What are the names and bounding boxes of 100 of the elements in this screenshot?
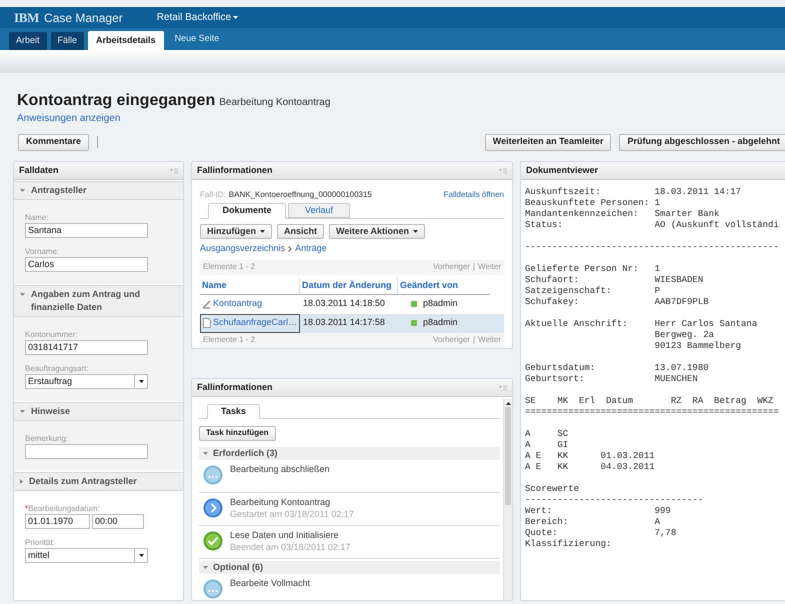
expand-icon <box>20 479 23 484</box>
date-field[interactable]: 01.01.1970 <box>25 514 90 529</box>
tasks-tab[interactable]: Tasks <box>207 404 260 419</box>
breadcrumb-link[interactable]: Anträge <box>295 242 327 256</box>
panel-menu-icon[interactable] <box>499 168 507 174</box>
panel-title: Fallinformationen <box>197 164 273 177</box>
panel-title: Dokumentviewer <box>526 164 598 177</box>
toolbar-button[interactable]: Weitere Aktionen <box>329 224 426 239</box>
chevron-icon <box>288 246 292 252</box>
section-header[interactable]: Antragsteller <box>14 181 183 200</box>
text-field[interactable]: 0318141717 <box>25 340 148 355</box>
item-count: Elemente 1 - 2 <box>203 261 256 273</box>
document-text-line: Geburtsdatum: 13.07.1980 <box>525 363 710 374</box>
field-label: *Bearbeitungsdatum: <box>25 503 101 514</box>
document-text-line: Bereich: A <box>525 517 662 528</box>
collapse-icon <box>203 452 208 455</box>
document-text-line: A E KK 01.03.2011 <box>525 451 656 462</box>
text-field[interactable] <box>25 444 148 459</box>
action-button[interactable]: Weiterleiten an Teamleiter <box>484 134 612 150</box>
case-id-label: Fall-ID: <box>200 189 226 201</box>
panel-menu-icon[interactable] <box>170 168 178 174</box>
table-cell-text: 18.03.2011 14:18:50 <box>302 297 386 310</box>
case-id: BANK_Kontoeroeffnung_000000100315 <box>228 189 372 201</box>
toolbar-button[interactable]: Hinzufügen <box>200 224 272 239</box>
page-subtitle: Bearbeitung Kontoantrag <box>219 96 330 110</box>
panel-title: Falldaten <box>19 164 59 177</box>
tab[interactable]: Verlauf <box>288 203 350 218</box>
document-text-line: Mandantenkennzeichen: Smarter Bank <box>525 209 720 220</box>
panel-title: Fallinformationen <box>197 380 273 394</box>
document-text-line: Scorewerte <box>525 484 580 495</box>
document-text-line: ----------------------------------------------- <box>525 242 780 253</box>
caret-icon <box>138 554 144 557</box>
field-label: Kontonummer: <box>25 329 78 340</box>
group-header[interactable]: Optional (6) <box>199 561 500 574</box>
task-info: Gestartet am 03/18/2011 02:17 <box>230 508 354 520</box>
dropdown[interactable]: mittel <box>25 548 148 563</box>
add-task-button[interactable]: Task hinzufügen <box>199 426 276 440</box>
action-button[interactable]: Prüfung abgeschlossen - abgelehnt <box>619 134 785 150</box>
document-text-line: --------------------------------- <box>525 495 704 506</box>
item-count: Elemente 1 - 2 <box>203 334 256 346</box>
text-field[interactable]: Santana <box>25 223 148 238</box>
document-text-line: 90123 Bammelberg <box>654 341 742 352</box>
solution-menu[interactable]: Retail Backoffice <box>156 10 238 25</box>
instructions-link[interactable]: Anweisungen anzeigen <box>17 113 768 125</box>
checkmark-icon <box>203 531 223 551</box>
document-text-line: SE MK Erl Datum RZ RA Betrag WKZ <box>525 396 774 407</box>
pencil-icon <box>202 299 211 309</box>
document-text-line: Quote: 7,78 <box>525 528 678 539</box>
task-info: Beendet am 03/18/2011 02:17 <box>230 541 350 553</box>
text-field[interactable]: Carlos <box>25 257 148 272</box>
field-label: Bemerkung: <box>25 433 70 444</box>
document-text-line: Geburtsort: MUENCHEN <box>525 374 699 385</box>
group-header[interactable]: Erforderlich (3) <box>199 447 500 460</box>
document-icon <box>203 318 211 328</box>
scrollbar[interactable] <box>503 399 512 600</box>
caret-icon <box>138 380 144 383</box>
tab[interactable]: Arbeitsdetails <box>88 31 164 50</box>
column-header[interactable]: Geändert von <box>398 278 490 294</box>
collapse-icon <box>20 189 25 192</box>
document-text-line: Aktuelle Anschrift: Herr Carlos Santana <box>525 319 758 330</box>
section-header[interactable]: Hinweise <box>14 402 183 421</box>
separator: | <box>472 261 476 273</box>
task-title[interactable]: Bearbeitung abschließen <box>230 463 330 475</box>
separator: | <box>472 334 476 346</box>
task-title[interactable]: Bearbeitung Kontoantrag <box>230 496 354 508</box>
document-text-line: Bergweg. 2a <box>654 330 716 341</box>
collapse-icon <box>20 293 25 296</box>
waiting-icon <box>203 465 223 485</box>
table-row[interactable]: SchufaanfrageCarl… 18.03.2011 14:17:58 p8admin <box>200 314 504 332</box>
section-header[interactable]: Details zum Antragsteller <box>14 472 183 491</box>
product-name: Case Manager <box>44 10 123 26</box>
document-text-line: Status: AO (Auskunft vollständi <box>525 220 780 231</box>
time-field[interactable]: 00:00 <box>92 514 144 529</box>
tab[interactable]: Dokumente <box>208 203 286 219</box>
task-title[interactable]: Bearbeite Vollmacht <box>230 577 310 589</box>
column-header[interactable]: Name <box>200 278 300 294</box>
section-header[interactable]: Angaben zum Antrag und finanzielle Daten <box>14 285 183 317</box>
table-cell-text: 18.03.2011 14:17:58 <box>302 316 386 330</box>
tab[interactable]: Neue Seite <box>168 28 226 46</box>
page-title: Kontoantrag eingegangen <box>17 91 216 111</box>
tab[interactable]: Arbeit <box>9 32 47 50</box>
field-label: Beauftragungsart: <box>25 363 90 374</box>
document-text-line: Beauskunftete Personen: 1 <box>525 198 662 209</box>
scroll-up-icon[interactable] <box>506 402 510 404</box>
document-link[interactable]: Kontoantrag <box>213 297 262 311</box>
breadcrumb-link[interactable]: Ausgangsverzeichnis <box>200 242 286 256</box>
tab[interactable]: Fälle <box>50 32 84 50</box>
task-title[interactable]: Lese Daten und Initialisiere <box>230 529 350 541</box>
case-details-link[interactable]: Falldetails öffnen <box>444 189 504 201</box>
document-text-line: A GI <box>525 440 570 451</box>
document-text-line: A SC <box>525 429 570 440</box>
document-text-line: Satzeigenschaft: P <box>525 286 662 297</box>
dropdown[interactable]: Erstauftrag <box>25 374 148 389</box>
column-header[interactable]: Datum der Änderung <box>300 278 398 294</box>
field-label: Vorname: <box>25 246 60 257</box>
document-text-line: Gelieferte Person Nr: 1 <box>525 264 662 275</box>
comments-button[interactable]: Kommentare <box>18 134 90 150</box>
toolbar-button[interactable]: Ansicht <box>277 224 324 239</box>
document-text-line: Wert: 999 <box>525 506 672 517</box>
panel-menu-icon[interactable] <box>499 384 507 390</box>
